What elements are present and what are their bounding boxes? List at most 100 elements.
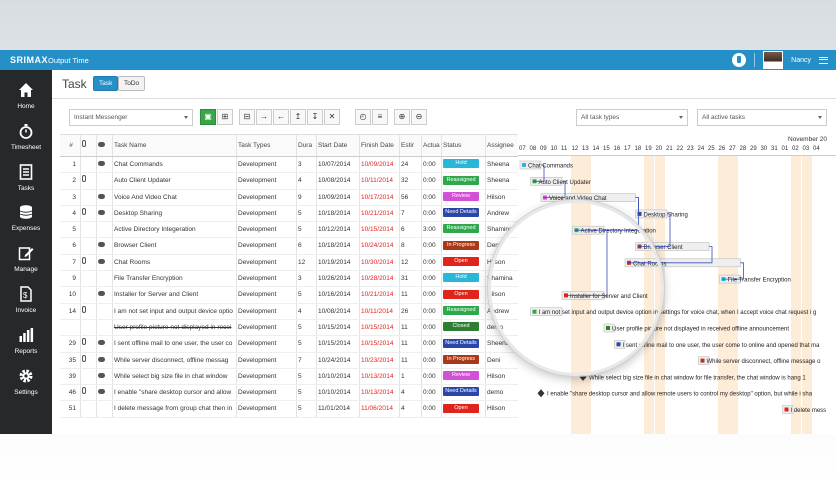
- table-row[interactable]: 39 While select big size file in chat win…: [60, 368, 518, 386]
- sidebar-item-timesheet[interactable]: Timesheet: [0, 115, 52, 155]
- tab-todo[interactable]: ToDo: [118, 76, 146, 91]
- table-row[interactable]: 1 Chat Commands Development 3 10/07/2014 10/0…: [60, 157, 518, 174]
- indent-button[interactable]: →: [256, 109, 272, 125]
- column-header[interactable]: Task Name: [112, 135, 236, 156]
- sidebar-item-expenses[interactable]: Expenses: [0, 196, 52, 236]
- task-status-select[interactable]: All active tasks: [697, 109, 827, 126]
- comment-icon[interactable]: [98, 356, 105, 362]
- comment-icon[interactable]: [98, 291, 105, 297]
- comment-icon[interactable]: [98, 258, 105, 264]
- table-cell: [80, 157, 96, 172]
- comment-icon[interactable]: [98, 193, 105, 199]
- outdent-button[interactable]: ←: [273, 109, 289, 125]
- table-row[interactable]: 10 Installer for Server and Client Develop…: [60, 287, 518, 304]
- zoom-out-button[interactable]: ⊖: [411, 109, 427, 125]
- column-header[interactable]: [96, 135, 112, 156]
- save-button[interactable]: ▣: [200, 109, 216, 125]
- comment-icon[interactable]: [98, 389, 105, 395]
- cell-name: Active Directory Integeration: [114, 226, 196, 234]
- column-header[interactable]: Start Date: [316, 135, 359, 156]
- table-cell[interactable]: I am not set input and output device opt…: [112, 304, 236, 319]
- sidebar-item-manage[interactable]: Manage: [0, 237, 52, 277]
- column-header[interactable]: Status: [441, 135, 485, 156]
- column-header[interactable]: Dura: [296, 135, 316, 156]
- table-cell[interactable]: Installer for Server and Client: [112, 287, 236, 302]
- table-row[interactable]: 5 Active Directory Integeration Developmen…: [60, 222, 518, 239]
- table-cell[interactable]: I delete message from group chat then in: [112, 401, 236, 416]
- column-header[interactable]: Assignee: [485, 135, 518, 156]
- table-row[interactable]: 9 File Transfer Encryption Development 3 10/…: [60, 271, 518, 288]
- table-row[interactable]: 6 Browser Client Development 6 10/18/2014 10/…: [60, 238, 518, 255]
- export-button[interactable]: ⊞: [217, 109, 233, 125]
- column-header[interactable]: Actua: [421, 135, 441, 156]
- table-cell[interactable]: I enable "share desktop cursor and allow: [112, 385, 236, 400]
- table-cell[interactable]: Desktop Sharing: [112, 206, 236, 221]
- sidebar-item-reports[interactable]: Reports: [0, 319, 52, 359]
- table-row[interactable]: User profile picture not displayed in re…: [60, 319, 518, 337]
- table-cell: Open: [441, 255, 485, 270]
- user-name[interactable]: Nancy: [791, 57, 811, 64]
- table-row[interactable]: 29 I sent offline mail to one user, the u…: [60, 336, 518, 353]
- status-badge: Open: [443, 289, 479, 299]
- table-cell[interactable]: Voice And Video Chat: [112, 190, 236, 205]
- table-cell[interactable]: Chat Commands: [112, 157, 236, 172]
- print-button[interactable]: ⊟: [239, 109, 255, 125]
- cell-name: Desktop Sharing: [114, 209, 163, 217]
- table-cell[interactable]: Active Directory Integeration: [112, 222, 236, 237]
- column-header[interactable]: Task Types: [236, 135, 296, 156]
- avatar[interactable]: [763, 51, 784, 69]
- tab-task[interactable]: Task: [93, 76, 119, 91]
- comment-icon[interactable]: [98, 372, 105, 378]
- column-header[interactable]: Finish Date: [359, 135, 399, 156]
- zoom-in-button[interactable]: ⊕: [394, 109, 410, 125]
- table-cell: 10/09/2014: [316, 190, 359, 205]
- table-cell[interactable]: Chat Rooms: [112, 255, 236, 270]
- column-header[interactable]: [80, 135, 96, 156]
- column-divider: [359, 173, 360, 189]
- table-row[interactable]: 46 I enable "share desktop cursor and all…: [60, 385, 518, 402]
- cell-finish: 10/28/2014: [361, 275, 394, 283]
- move-down-button[interactable]: ↧: [307, 109, 323, 125]
- column-divider: [80, 205, 81, 222]
- comment-icon[interactable]: [98, 161, 105, 166]
- table-row[interactable]: 2 Auto Client Updater Development 4 10/08/20…: [60, 173, 518, 190]
- move-up-button[interactable]: ↥: [290, 109, 306, 125]
- table-row[interactable]: 51 I delete message from group chat then …: [60, 401, 518, 418]
- table-row[interactable]: 7 Chat Rooms Development 12 10/19/2014 10/30/…: [60, 254, 518, 272]
- sidebar-item-settings[interactable]: Settings: [0, 360, 52, 400]
- table-cell[interactable]: While server disconnect, offline messag: [112, 353, 236, 368]
- table-cell: 0:00: [421, 385, 441, 400]
- table-cell[interactable]: I sent offline mail to one user, the use…: [112, 336, 236, 351]
- table-cell: 11: [399, 320, 421, 335]
- column-divider: [112, 157, 113, 173]
- table-cell[interactable]: File Transfer Encryption: [112, 271, 236, 286]
- table-cell: 31: [399, 271, 421, 286]
- comment-icon[interactable]: [98, 340, 105, 346]
- table-cell: Development: [236, 287, 296, 302]
- table-row[interactable]: 3 Voice And Video Chat Development 9 10/09/2…: [60, 189, 518, 206]
- table-cell[interactable]: While select big size file in chat windo…: [112, 369, 236, 384]
- table-row[interactable]: 14 I am not set input and output device o…: [60, 303, 518, 320]
- sidebar-item-tasks[interactable]: Tasks: [0, 156, 52, 196]
- hamburger-icon[interactable]: [819, 56, 828, 64]
- comment-icon[interactable]: [98, 242, 105, 248]
- table-cell: 4: [60, 206, 80, 221]
- notification-icon[interactable]: [732, 53, 747, 67]
- delete-button[interactable]: ✕: [324, 109, 340, 125]
- table-row[interactable]: 4 Desktop Sharing Development 5 10/18/2014 10…: [60, 205, 518, 223]
- table-cell[interactable]: Browser Client: [112, 238, 236, 253]
- table-cell[interactable]: Auto Client Updater: [112, 173, 236, 188]
- sidebar-item-home[interactable]: Home: [0, 74, 52, 114]
- project-select[interactable]: Instant Messenger: [69, 109, 193, 126]
- task-types-select[interactable]: All task types: [576, 109, 688, 126]
- sidebar-item-invoice[interactable]: $ Invoice: [0, 278, 52, 318]
- table-cell[interactable]: User profile picture not displayed in re…: [112, 320, 236, 335]
- comment-icon[interactable]: [98, 209, 105, 215]
- clock-button[interactable]: ◴: [355, 109, 371, 125]
- user-area: Nancy: [732, 51, 828, 69]
- column-header[interactable]: #: [60, 135, 80, 156]
- column-header[interactable]: Estir: [399, 135, 421, 156]
- table-row[interactable]: 35 While server disconnect, offline messa…: [60, 352, 518, 369]
- column-divider: [421, 319, 422, 336]
- gantt-button[interactable]: ≡: [372, 109, 388, 125]
